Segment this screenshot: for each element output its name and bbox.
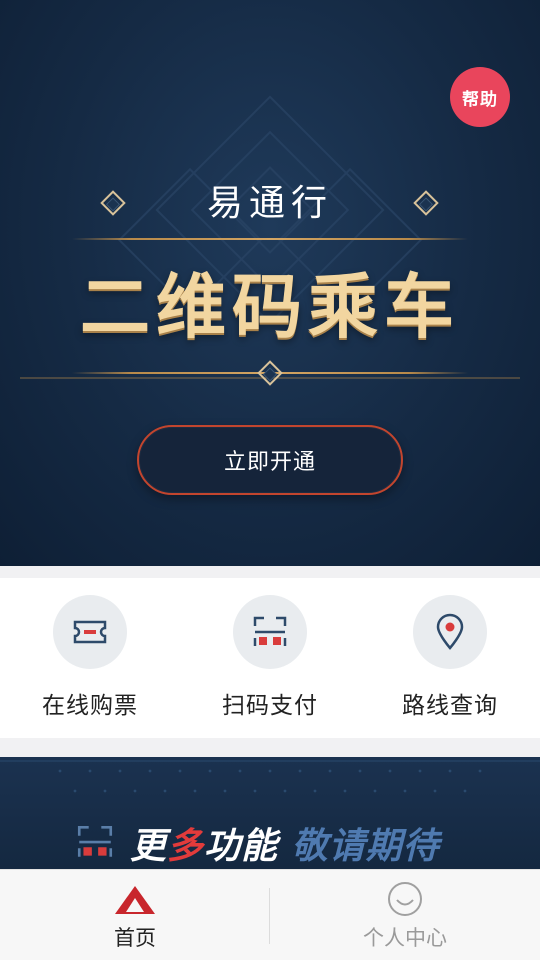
bottom-tab-bar: 首页 个人中心 <box>0 869 540 960</box>
ticket-icon <box>53 595 127 669</box>
service-scan-pay[interactable]: 扫码支付 <box>180 578 360 738</box>
diamond-ornament-left-icon <box>100 190 126 216</box>
diamond-ornament-right-icon <box>413 190 439 216</box>
service-grid: 在线购票 扫码支付 路线查询 <box>0 578 540 738</box>
coming-soon-text: 更多功能 敬请期待 <box>130 817 440 867</box>
tab-home[interactable]: 首页 <box>0 870 270 960</box>
scan-code-icon <box>233 595 307 669</box>
service-online-ticket[interactable]: 在线购票 <box>0 578 180 738</box>
service-label: 扫码支付 <box>222 693 318 719</box>
section-divider <box>0 738 540 757</box>
page-title: 二维码乘车 <box>80 266 460 348</box>
promo-part-1: 更 <box>130 826 168 867</box>
help-button[interactable]: 帮助 <box>450 67 510 127</box>
service-route-query[interactable]: 路线查询 <box>360 578 540 738</box>
brand-row: 易通行 <box>0 176 540 232</box>
promo-part-3: 功能 <box>204 826 279 867</box>
tab-label: 个人中心 <box>363 926 447 950</box>
coming-soon-banner: 更多功能 敬请期待 <box>0 757 540 869</box>
home-triangle-icon <box>115 886 155 914</box>
tab-profile[interactable]: 个人中心 <box>270 870 540 960</box>
scan-code-icon <box>77 825 113 857</box>
smiley-icon <box>388 882 422 916</box>
section-divider <box>0 566 540 578</box>
divider-line-top <box>72 238 468 240</box>
service-label: 在线购票 <box>42 693 138 719</box>
hero-banner: 帮助 易通行 二维码乘车 立即开通 <box>0 0 540 566</box>
brand-name: 易通行 <box>206 183 333 224</box>
open-now-button[interactable]: 立即开通 <box>137 425 403 495</box>
promo-part-4: 敬请期待 <box>291 826 440 867</box>
service-label: 路线查询 <box>402 693 498 719</box>
location-pin-icon <box>413 595 487 669</box>
promo-part-2: 多 <box>167 826 205 867</box>
tab-label: 首页 <box>114 926 156 950</box>
